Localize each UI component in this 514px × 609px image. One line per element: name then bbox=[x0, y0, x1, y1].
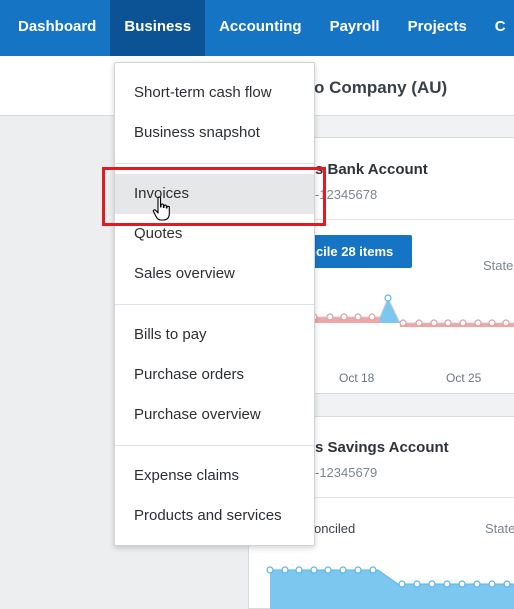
top-nav: Dashboard Business Accounting Payroll Pr… bbox=[0, 0, 514, 56]
reconcile-button-label: ncile 28 items bbox=[308, 244, 394, 259]
business-dropdown-menu: Short-term cash flow Business snapshot I… bbox=[114, 62, 315, 546]
hand-cursor-icon bbox=[152, 196, 170, 221]
statement-balance-label: State bbox=[483, 258, 514, 273]
chart-date-label: Oct 25 bbox=[446, 371, 482, 385]
menu-separator bbox=[115, 304, 314, 305]
menu-item-business-snapshot[interactable]: Business snapshot bbox=[115, 113, 314, 153]
bank-account-title[interactable]: s Bank Account bbox=[315, 161, 428, 178]
organisation-name: o Company (AU) bbox=[314, 78, 448, 97]
menu-item-purchase-orders[interactable]: Purchase orders bbox=[115, 355, 314, 395]
menu-separator bbox=[115, 445, 314, 446]
invoices-highlight-box bbox=[102, 167, 326, 226]
reconciled-label: onciled bbox=[314, 521, 356, 536]
menu-item-sales-overview[interactable]: Sales overview bbox=[115, 254, 314, 294]
nav-payroll[interactable]: Payroll bbox=[316, 0, 394, 56]
menu-item-short-term-cash-flow[interactable]: Short-term cash flow bbox=[115, 73, 314, 113]
statement-balance-label: State bbox=[485, 521, 514, 536]
chart-date-label: Oct 18 bbox=[339, 371, 375, 385]
savings-account-number: -12345679 bbox=[315, 465, 378, 480]
menu-item-expense-claims[interactable]: Expense claims bbox=[115, 456, 314, 496]
savings-account-chart bbox=[266, 566, 514, 609]
nav-contacts[interactable]: C bbox=[481, 0, 514, 56]
nav-projects[interactable]: Projects bbox=[394, 0, 481, 56]
savings-account-title[interactable]: s Savings Account bbox=[315, 439, 449, 456]
nav-accounting[interactable]: Accounting bbox=[205, 0, 316, 56]
chart-peak-point bbox=[384, 294, 392, 302]
chart-blue-area bbox=[270, 570, 514, 609]
menu-item-purchase-overview[interactable]: Purchase overview bbox=[115, 395, 314, 435]
nav-dashboard[interactable]: Dashboard bbox=[0, 0, 110, 56]
menu-item-products-and-services[interactable]: Products and services bbox=[115, 496, 314, 536]
menu-separator bbox=[115, 163, 314, 164]
menu-item-bills-to-pay[interactable]: Bills to pay bbox=[115, 315, 314, 355]
nav-business[interactable]: Business bbox=[110, 0, 206, 56]
